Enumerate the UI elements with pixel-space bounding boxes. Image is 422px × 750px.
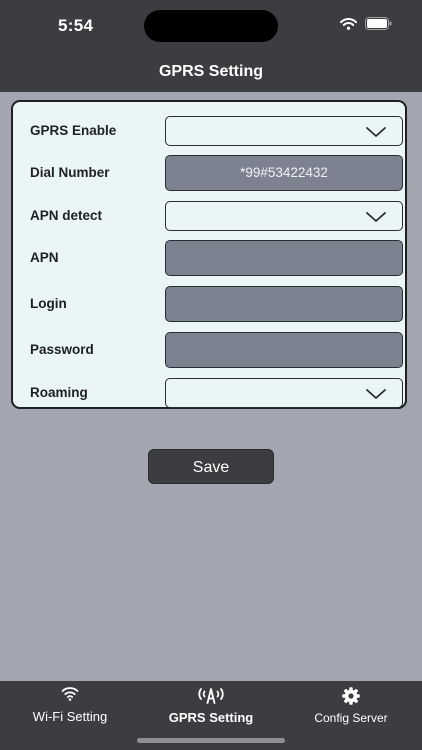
apn-label: APN (30, 250, 59, 265)
tab-gprs-setting-label: GPRS Setting (168, 710, 254, 725)
gear-icon (341, 686, 361, 711)
roaming-label: Roaming (30, 385, 88, 400)
login-row: Login (13, 285, 405, 323)
wifi-signal-icon (340, 17, 357, 35)
page-title: GPRS Setting (158, 63, 263, 80)
dial-number-input[interactable]: *99#53422432 (165, 155, 403, 191)
password-input[interactable] (165, 332, 403, 368)
gprs-settings-form: GPRS Enable Dial Number *99#53422432 APN… (11, 100, 407, 409)
wifi-icon (61, 686, 79, 706)
tab-gprs-setting[interactable]: GPRS Setting (151, 681, 271, 731)
password-row: Password (13, 331, 405, 369)
dynamic-island (144, 10, 278, 42)
dial-number-label: Dial Number (30, 165, 110, 180)
login-input[interactable] (165, 286, 403, 322)
home-indicator (137, 738, 285, 743)
apn-input[interactable] (165, 240, 403, 276)
chevron-down-icon (366, 387, 386, 405)
save-button[interactable]: Save (148, 449, 274, 484)
apn-detect-select[interactable] (165, 201, 403, 231)
gprs-enable-row: GPRS Enable (13, 115, 405, 147)
password-label: Password (30, 342, 94, 357)
navigation-bar: GPRS Setting (0, 52, 422, 92)
chevron-down-icon (366, 210, 386, 228)
status-icons (340, 17, 392, 35)
gprs-enable-label: GPRS Enable (30, 123, 117, 138)
apn-detect-label: APN detect (30, 208, 103, 223)
apn-detect-row: APN detect (13, 200, 405, 232)
tab-config-server-label: Config Server (314, 711, 388, 725)
apn-row: APN (13, 239, 405, 277)
battery-icon (365, 17, 392, 35)
gprs-enable-select[interactable] (165, 116, 403, 146)
tab-config-server[interactable]: Config Server (291, 681, 411, 731)
roaming-row: Roaming (13, 377, 405, 409)
status-time: 5:54 (58, 16, 94, 35)
chevron-down-icon (366, 125, 386, 143)
roaming-select[interactable] (165, 378, 403, 408)
tab-wifi-setting-label: Wi-Fi Setting (32, 709, 108, 724)
tab-wifi-setting[interactable]: Wi-Fi Setting (10, 681, 130, 731)
dial-number-row: Dial Number *99#53422432 (13, 154, 405, 192)
status-bar: 5:54 (0, 0, 422, 52)
antenna-icon (196, 686, 226, 709)
login-label: Login (30, 296, 67, 311)
